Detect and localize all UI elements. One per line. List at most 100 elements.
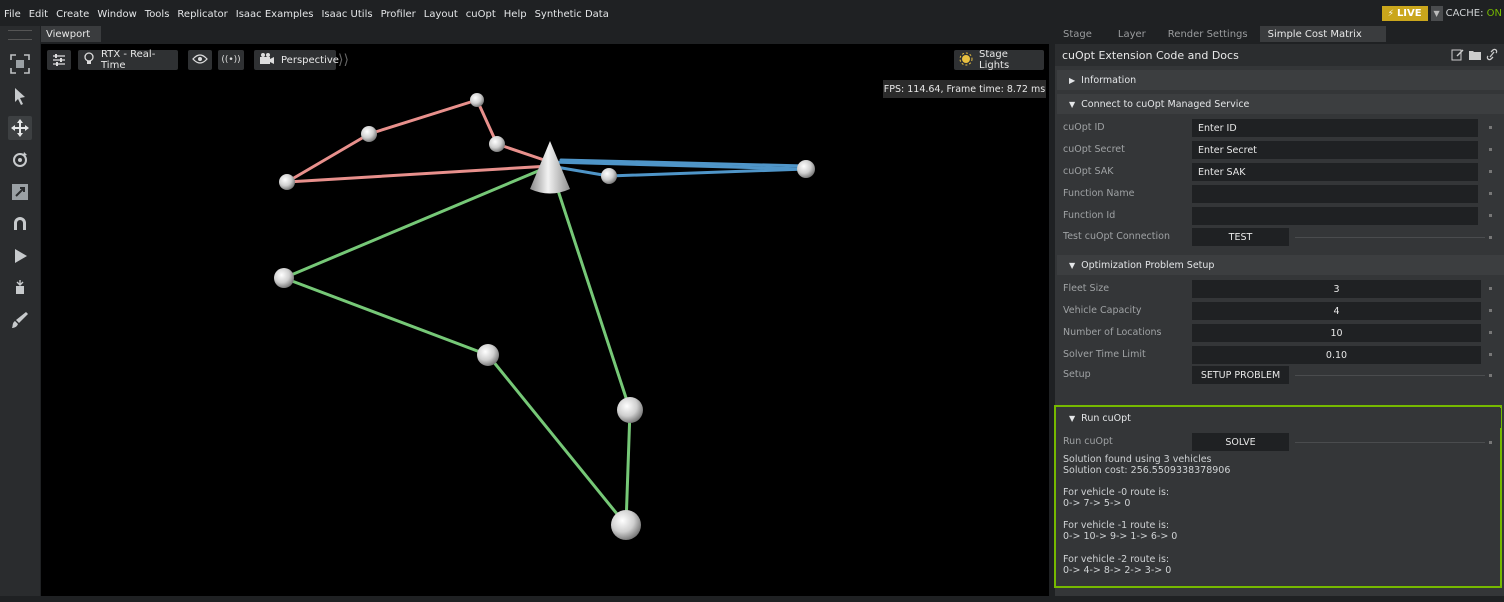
fleet-size-label: Fleet Size <box>1063 283 1110 294</box>
menu-synthetic-data[interactable]: Synthetic Data <box>531 9 613 20</box>
rotate-icon[interactable] <box>8 148 32 172</box>
toolbar-grip[interactable] <box>8 30 32 40</box>
menu-window[interactable]: Window <box>93 9 140 20</box>
link-icon[interactable] <box>1486 48 1498 64</box>
reset-dot <box>1489 148 1492 151</box>
cuopt-panel: cuOpt Extension Code and Docs ▶ Informat… <box>1054 44 1504 602</box>
snap-icon[interactable] <box>8 212 32 236</box>
route-text: 0-> 10-> 9-> 1-> 6-> 0 <box>1063 531 1178 542</box>
information-header-label: Information <box>1081 74 1137 86</box>
tab-render-settings[interactable]: Render Settings <box>1154 26 1256 42</box>
location-node[interactable] <box>361 126 377 142</box>
vehicle-capacity-field[interactable]: 4 <box>1192 302 1481 320</box>
collapsed-triangle-icon: ▶ <box>1069 75 1076 85</box>
menu-replicator[interactable]: Replicator <box>173 9 231 20</box>
solver-time-limit-field[interactable]: 0.10 <box>1192 346 1481 364</box>
menu-edit[interactable]: Edit <box>25 9 52 20</box>
solver-time-limit-label: Solver Time Limit <box>1063 349 1146 360</box>
menu-create[interactable]: Create <box>52 9 93 20</box>
location-node[interactable] <box>617 397 643 423</box>
solve-button[interactable]: SOLVE <box>1192 433 1289 451</box>
solution-summary: Solution found using 3 vehicles Solution… <box>1063 454 1230 476</box>
menu-layout[interactable]: Layout <box>420 9 462 20</box>
route-text: 0-> 4-> 8-> 2-> 3-> 0 <box>1063 565 1172 576</box>
function-id-field[interactable] <box>1192 207 1478 225</box>
viewport-settings-button[interactable] <box>47 50 71 70</box>
information-section-header[interactable]: ▶ Information <box>1057 70 1504 90</box>
live-dropdown-button[interactable]: ▼ <box>1430 6 1443 21</box>
location-node[interactable] <box>797 160 815 178</box>
cuopt-id-field[interactable]: Enter ID <box>1192 119 1478 137</box>
setup-problem-button[interactable]: SETUP PROBLEM <box>1192 366 1289 384</box>
reset-dot <box>1489 287 1492 290</box>
tab-simple-cost-matrix[interactable]: Simple Cost Matrix <box>1259 26 1386 42</box>
frame-icon[interactable] <box>8 52 32 76</box>
cuopt-secret-field[interactable]: Enter Secret <box>1192 141 1478 159</box>
number-of-locations-field[interactable]: 10 <box>1192 324 1481 342</box>
camera-button[interactable]: Perspective <box>254 50 339 70</box>
setup-section-header[interactable]: ▼ Optimization Problem Setup <box>1057 255 1504 275</box>
folder-icon[interactable] <box>1468 48 1482 64</box>
expanded-triangle-icon: ▼ <box>1069 99 1076 109</box>
tab-stage[interactable]: Stage <box>1055 26 1100 42</box>
menu-cuopt[interactable]: cuOpt <box>462 9 500 20</box>
menu-tools[interactable]: Tools <box>141 9 174 20</box>
vehicle-capacity-label: Vehicle Capacity <box>1063 305 1142 316</box>
edit-icon[interactable] <box>1451 48 1464 64</box>
viewport-tab-strip <box>101 26 1052 42</box>
stage-lights-button[interactable]: Stage Lights <box>954 49 1044 71</box>
connect-section-header[interactable]: ▼ Connect to cuOpt Managed Service <box>1057 94 1504 114</box>
toolbar-expand-icon[interactable]: ⟩⟩ <box>338 50 352 70</box>
location-node[interactable] <box>611 510 641 540</box>
select-icon[interactable] <box>8 84 32 108</box>
camera-label: Perspective <box>281 54 339 66</box>
run-section-header[interactable]: ▼ Run cuOpt <box>1057 408 1501 428</box>
expanded-triangle-icon: ▼ <box>1069 413 1076 423</box>
chevron-down-icon: ▼ <box>1433 9 1440 18</box>
solution-cost-text: Solution cost: 256.5509338378906 <box>1063 465 1231 476</box>
lightbulb-icon <box>83 52 95 68</box>
visibility-button[interactable] <box>188 50 212 70</box>
reset-dot <box>1489 192 1492 195</box>
move-icon[interactable] <box>8 116 32 140</box>
fps-readout: FPS: 114.64, Frame time: 8.72 ms <box>883 80 1046 98</box>
menu-profiler[interactable]: Profiler <box>377 9 420 20</box>
fleet-size-field[interactable]: 3 <box>1192 280 1481 298</box>
live-button[interactable]: ⚡ LIVE <box>1381 6 1428 21</box>
tab-viewport[interactable]: Viewport <box>41 26 101 42</box>
function-id-label: Function Id <box>1063 210 1116 221</box>
location-node[interactable] <box>274 268 294 288</box>
run-header-label: Run cuOpt <box>1081 412 1131 424</box>
menu-isaac-utils[interactable]: Isaac Utils <box>317 9 376 20</box>
physics-icon[interactable] <box>8 276 32 300</box>
panel-title: cuOpt Extension Code and Docs <box>1062 48 1239 62</box>
location-node[interactable] <box>279 174 295 190</box>
function-name-field[interactable] <box>1192 185 1478 203</box>
location-node[interactable] <box>489 136 505 152</box>
test-button[interactable]: TEST <box>1192 228 1289 246</box>
paint-icon[interactable] <box>8 308 32 332</box>
menu-help[interactable]: Help <box>500 9 531 20</box>
function-name-label: Function Name <box>1063 188 1135 199</box>
location-node[interactable] <box>601 168 617 184</box>
render-mode-button[interactable]: RTX - Real-Time <box>78 49 178 71</box>
cuopt-sak-field[interactable]: Enter SAK <box>1192 163 1478 181</box>
tab-layer[interactable]: Layer <box>1100 26 1154 42</box>
location-node[interactable] <box>477 344 499 366</box>
broadcast-button[interactable]: ((•)) <box>218 50 244 70</box>
route-title: For vehicle -0 route is: <box>1063 487 1170 498</box>
viewport-canvas[interactable] <box>41 44 1049 596</box>
menu-isaac-examples[interactable]: Isaac Examples <box>232 9 318 20</box>
route-output-vehicle-2: For vehicle -2 route is: 0-> 4-> 8-> 2->… <box>1063 554 1171 576</box>
left-toolbar <box>0 26 40 602</box>
live-status-area: ⚡ LIVE ▼ CACHE: ON <box>1381 6 1504 21</box>
reset-dot <box>1489 441 1492 444</box>
reset-dot <box>1489 236 1492 239</box>
reset-dot <box>1489 214 1492 217</box>
expanded-triangle-icon: ▼ <box>1069 260 1076 270</box>
location-node[interactable] <box>470 93 484 107</box>
menu-file[interactable]: File <box>0 9 25 20</box>
scale-icon[interactable] <box>8 180 32 204</box>
bottom-status-strip <box>0 596 1504 602</box>
play-icon[interactable] <box>8 244 32 268</box>
